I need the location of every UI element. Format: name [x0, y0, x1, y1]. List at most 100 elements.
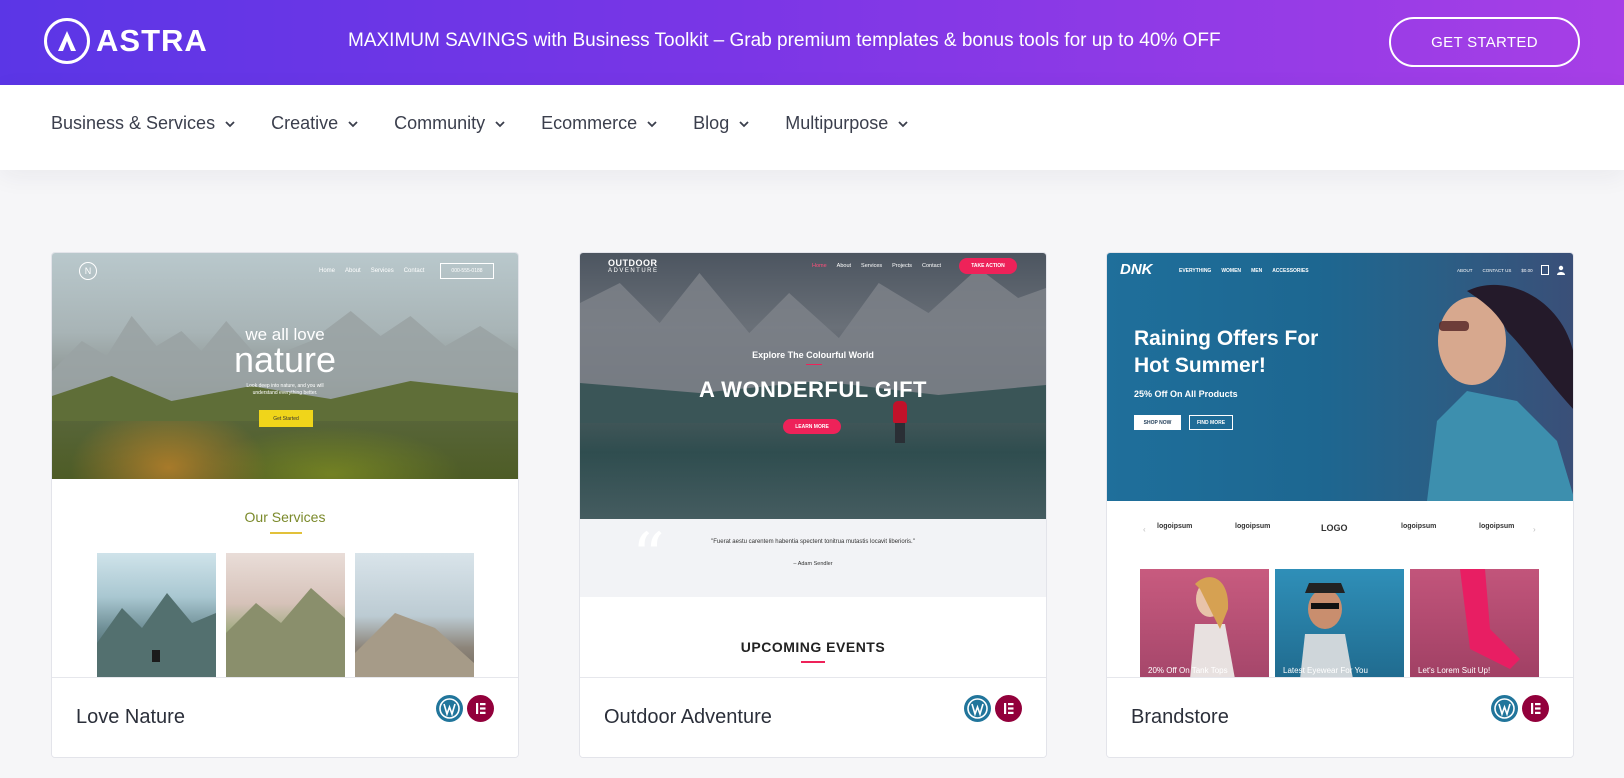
woman-figure: [1367, 271, 1573, 501]
hero-big-heading: nature: [233, 339, 337, 380]
astra-logo-icon: [44, 18, 90, 64]
section-title: UPCOMING EVENTS: [740, 639, 886, 655]
hero-image: DNK EVERYTHING WOMEN MEN ACCESSORIES ABO…: [1107, 253, 1573, 501]
template-preview[interactable]: N Home About Services Contact 000-555-01…: [52, 253, 518, 679]
chevron-down-icon: [348, 120, 358, 127]
astra-logo[interactable]: ASTRA: [44, 18, 208, 64]
service-thumbnail: [355, 553, 474, 679]
product-tile: 20% Off On Tank Tops: [1140, 569, 1269, 679]
partner-logo: logoipsum: [1157, 523, 1193, 530]
elementor-icon: [995, 695, 1022, 722]
partner-logo: logoipsum: [1235, 523, 1271, 530]
card-footer: Outdoor Adventure: [580, 677, 1046, 757]
preview-nav-item: Contact: [922, 263, 941, 269]
logo-text: ASTRA: [96, 23, 208, 58]
preview-nav-item: Services: [861, 263, 883, 269]
product-tile: Latest Eyewear For You: [1275, 569, 1404, 679]
preview-nav-item: ABOUT: [1457, 268, 1473, 273]
button-label: FIND MORE: [1196, 419, 1226, 426]
preview-brand: OUTDOOR ADVENTURE: [608, 258, 659, 274]
template-card-outdoor-adventure[interactable]: OUTDOOR ADVENTURE Home About Services Pr…: [579, 252, 1047, 758]
preview-nav-item: WOMEN: [1221, 268, 1242, 274]
site-logo-badge: N: [79, 262, 97, 280]
section-underline: [270, 532, 302, 534]
preview-nav-item: About: [345, 268, 361, 274]
service-thumbnail: [226, 553, 345, 679]
hero-headline: A WONDERFUL GIFT: [699, 377, 927, 402]
preview-nav-item: Contact: [403, 268, 425, 274]
product-label: 20% Off On Tank Tops: [1148, 666, 1228, 675]
preview-nav-item: CONTACT US: [1482, 268, 1512, 273]
nav-item-community[interactable]: Community: [394, 113, 507, 134]
cart-icon: [1541, 265, 1549, 275]
partner-logo: logoipsum: [1401, 523, 1437, 530]
testimonial-section: “ "Fuerat aestu carentem habentia specte…: [580, 519, 1046, 597]
product-label: Latest Eyewear For You: [1283, 666, 1368, 675]
nav-item-business-services[interactable]: Business & Services: [51, 113, 237, 134]
preview-nav: Home About Services Contact: [319, 268, 424, 274]
nav-item-creative[interactable]: Creative: [271, 113, 360, 134]
brand-line-2: ADVENTURE: [608, 268, 659, 274]
find-more-preview-button: FIND MORE: [1189, 415, 1233, 430]
phone-button: 000-555-0188: [440, 263, 494, 279]
phone-text: 000-555-0188: [451, 268, 483, 274]
shop-now-preview-button: SHOP NOW: [1134, 415, 1181, 430]
chevron-down-icon: [647, 120, 657, 127]
preview-nav-item: MEN: [1251, 268, 1263, 274]
promo-banner: ASTRA MAXIMUM SAVINGS with Business Tool…: [0, 0, 1624, 85]
template-title[interactable]: Brandstore: [1131, 706, 1229, 729]
nav-item-blog[interactable]: Blog: [693, 113, 751, 134]
card-footer: Love Nature: [52, 677, 518, 757]
nav-item-ecommerce[interactable]: Ecommerce: [541, 113, 659, 134]
cart-total: $0.00: [1521, 268, 1533, 273]
hero-tagline-2: understand everything better.: [252, 390, 318, 396]
headline-line-2: Hot Summer!: [1134, 354, 1266, 377]
preview-nav: EVERYTHING WOMEN MEN ACCESSORIES: [1179, 268, 1309, 274]
promo-text: MAXIMUM SAVINGS with Business Toolkit – …: [348, 30, 1221, 51]
template-preview[interactable]: DNK EVERYTHING WOMEN MEN ACCESSORIES ABO…: [1107, 253, 1573, 679]
template-title[interactable]: Love Nature: [76, 706, 185, 729]
preview-nav: Home About Services Projects Contact: [812, 263, 941, 269]
chevron-down-icon: [225, 120, 235, 127]
preview-nav-item: Services: [370, 268, 394, 274]
service-thumbnail: [97, 553, 216, 679]
template-card-brandstore[interactable]: DNK EVERYTHING WOMEN MEN ACCESSORIES ABO…: [1106, 252, 1574, 758]
nav-item-multipurpose[interactable]: Multipurpose: [785, 113, 910, 134]
nav-item-label: Business & Services: [51, 113, 216, 133]
section-title: Our Services: [244, 509, 326, 525]
chevron-left-icon: ‹: [1143, 525, 1146, 534]
elementor-icon: [467, 695, 494, 722]
get-started-preview-button: Get Started: [259, 410, 313, 427]
preview-nav-item: Home: [319, 268, 336, 274]
learn-more-preview-button: LEARN MORE: [783, 419, 841, 434]
kicker-underline: [806, 364, 822, 365]
chevron-right-icon: ›: [1533, 525, 1536, 534]
card-footer: Brandstore: [1107, 677, 1573, 757]
template-card-love-nature[interactable]: N Home About Services Contact 000-555-01…: [51, 252, 519, 758]
headline-line-1: Raining Offers For: [1134, 327, 1319, 350]
template-title[interactable]: Outdoor Adventure: [604, 706, 772, 729]
hero-kicker: Explore The Colourful World: [752, 350, 874, 360]
template-preview[interactable]: OUTDOOR ADVENTURE Home About Services Pr…: [580, 253, 1046, 679]
preview-nav-item: Projects: [892, 263, 913, 269]
section-underline: [801, 661, 825, 663]
preview-nav-item: About: [836, 263, 852, 269]
logo-letter: N: [84, 266, 92, 276]
wordpress-icon: [964, 695, 991, 722]
preview-brand: DNK: [1120, 261, 1153, 278]
preview-nav-item: ACCESSORIES: [1272, 268, 1309, 274]
chevron-down-icon: [495, 120, 505, 127]
get-started-button[interactable]: GET STARTED: [1389, 17, 1580, 67]
preview-nav-item: EVERYTHING: [1179, 268, 1212, 274]
brand-line-1: OUTDOOR: [608, 258, 658, 268]
wordpress-icon: [1491, 695, 1518, 722]
nav-item-label: Ecommerce: [541, 113, 638, 133]
quote-author: – Adam Sendler: [793, 561, 833, 567]
hero-image: OUTDOOR ADVENTURE Home About Services Pr…: [580, 253, 1046, 519]
button-label: SHOP NOW: [1143, 419, 1172, 426]
user-icon: [1557, 265, 1565, 275]
preview-nav-right: ABOUT CONTACT US $0.00: [1457, 268, 1533, 273]
brand-logos-row: ‹ logoipsum logoipsum LOGO logoipsum log…: [1107, 523, 1573, 543]
nav-item-label: Blog: [693, 113, 730, 133]
take-action-preview-button: TAKE ACTION: [959, 258, 1017, 274]
